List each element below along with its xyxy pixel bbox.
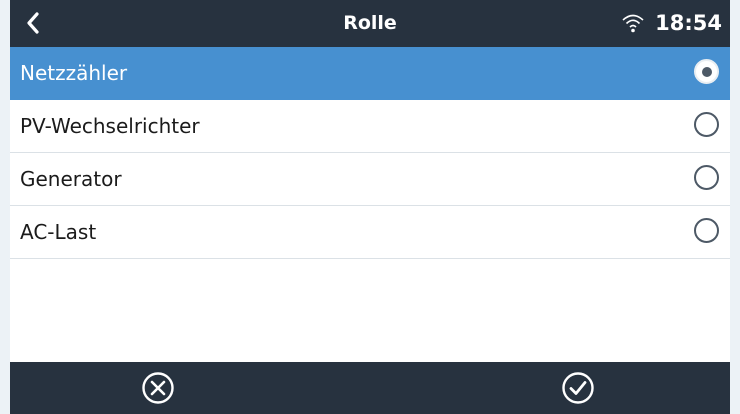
bottom-bar [10,362,730,414]
option-pv-wechselrichter[interactable]: PV-Wechselrichter [10,100,730,153]
cancel-button[interactable] [98,362,218,414]
option-netzzaehler[interactable]: Netzzähler [10,47,730,100]
radio-unselected-icon[interactable] [694,218,719,243]
radio-unselected-icon[interactable] [694,112,719,137]
checkmark-circle-icon [562,372,594,404]
option-label: Netzzähler [20,61,128,85]
status-time: 18:54 [655,11,722,35]
option-generator[interactable]: Generator [10,153,730,206]
option-label: AC-Last [20,220,97,244]
top-bar: Rolle 18:54 [10,0,730,47]
confirm-button[interactable] [518,362,638,414]
wifi-icon [622,14,644,33]
option-ac-last[interactable]: AC-Last [10,206,730,259]
radio-selected-icon[interactable] [694,59,719,84]
screen: Rolle 18:54 Netzzähler PV-Wechselrichter… [10,0,730,414]
role-options-list: Netzzähler PV-Wechselrichter Generator A… [10,47,730,259]
cancel-circle-icon [142,372,174,404]
option-label: PV-Wechselrichter [20,114,200,138]
radio-dot [701,66,712,77]
option-label: Generator [20,167,122,191]
radio-unselected-icon[interactable] [694,165,719,190]
